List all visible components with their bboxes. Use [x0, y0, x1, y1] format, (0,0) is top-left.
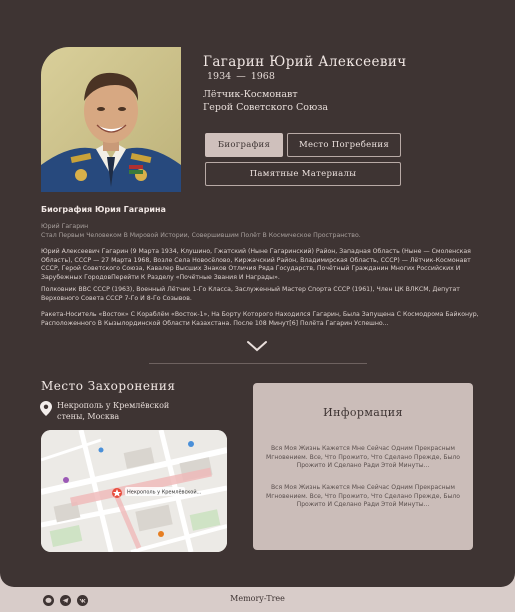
person-name: Гагарин Юрий Алексеевич: [203, 54, 407, 70]
death-year: 1968: [250, 71, 275, 82]
biography-paragraph-2: Полковник ВВС СССР (1963), Военный Лётчи…: [41, 286, 460, 302]
biography-subtitle: Юрий Гагарин Стал Первым Человеком В Мир…: [41, 223, 481, 240]
map-label: Некрополь у Кремлёвской...: [127, 489, 202, 496]
life-years: 1934 — 1968: [207, 71, 275, 82]
burial-title: Место Захоронения: [41, 379, 176, 393]
biography-heading: Биография Юрия Гагарина: [41, 205, 166, 214]
info-quote-2: Вся Моя Жизнь Кажется Мне Сейчас Одним П…: [265, 484, 461, 509]
biography-paragraph-3: Ракета-Носитель «Восток» С Кораблём «Вос…: [41, 311, 479, 327]
burial-place: Некрополь у Кремлёвской стены, Москва: [57, 401, 170, 421]
footer: Memory-Tree: [0, 587, 515, 612]
page: Гагарин Юрий Алексеевич 1934 — 1968 Лётчик…: [0, 0, 515, 587]
section-divider: [149, 363, 367, 364]
biography-subtitle-name: Юрий Гагарин: [41, 223, 89, 230]
tab-memorial-materials[interactable]: Памятные Материалы: [205, 162, 401, 186]
tab-burial-place[interactable]: Место Погребения: [287, 133, 401, 157]
biography-paragraph-1: Юрий Алексеевич Гагарин (9 Марта 1934, К…: [41, 248, 471, 281]
title-line-2: Герой Советского Союза: [203, 102, 329, 113]
chevron-down-icon[interactable]: [246, 339, 268, 353]
portrait-photo: [41, 47, 181, 192]
brand-name: Memory-Tree: [230, 594, 285, 603]
birth-year: 1934: [207, 71, 232, 82]
location-pin-icon: [40, 401, 52, 416]
tab-biography[interactable]: Биография: [205, 133, 283, 157]
burial-map[interactable]: Некрополь у Кремлёвской...: [41, 430, 227, 552]
info-title: Информация: [323, 406, 403, 419]
years-dash: —: [236, 71, 246, 82]
biography-subtitle-text: Стал Первым Человеком В Мировой Истории,…: [41, 231, 361, 239]
title-line-1: Лётчик-Космонавт: [203, 89, 298, 100]
info-card: Информация Вся Моя Жизнь Кажется Мне Сей…: [253, 383, 473, 550]
info-quote-1: Вся Моя Жизнь Кажется Мне Сейчас Одним П…: [265, 445, 461, 470]
